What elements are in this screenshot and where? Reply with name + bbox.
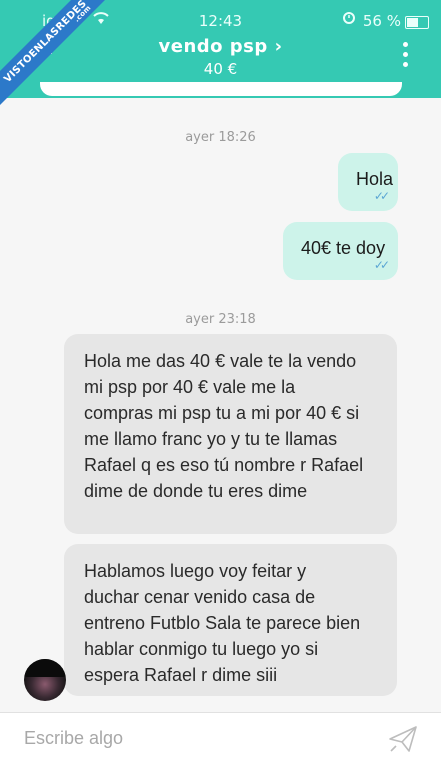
alarm-icon xyxy=(342,10,356,28)
message-input[interactable]: Escribe algo xyxy=(24,728,123,749)
battery-percent: 56 % xyxy=(362,12,401,30)
chat-title-text: vendo psp xyxy=(158,36,268,57)
more-vertical-icon[interactable] xyxy=(403,42,409,72)
incoming-message: Hablamos luego voy feitar y duchar cenar… xyxy=(64,544,397,696)
outgoing-message: Hola ✓✓ xyxy=(338,153,398,211)
battery-icon xyxy=(405,16,429,29)
chevron-right-icon: › xyxy=(274,36,283,57)
timestamp: ayer 23:18 xyxy=(185,312,256,327)
message-text: Hablamos luego voy feitar y duchar cenar… xyxy=(84,561,361,685)
timestamp: ayer 18:26 xyxy=(185,130,256,145)
previous-card xyxy=(40,82,402,96)
read-ticks-icon: ✓✓ xyxy=(373,258,390,272)
incoming-message: Hola me das 40 € vale te la vendo mi psp… xyxy=(64,334,397,534)
read-ticks-icon: ✓✓ xyxy=(373,189,390,203)
watermark-banner: VISTOENLASREDES .com xyxy=(0,0,130,130)
avatar[interactable] xyxy=(24,659,66,701)
message-text: Hola me das 40 € vale te la vendo mi psp… xyxy=(84,351,364,501)
send-icon[interactable] xyxy=(387,723,419,755)
message-text: 40€ te doy xyxy=(301,238,386,258)
message-composer: Escribe algo xyxy=(0,712,441,771)
message-text: Hola xyxy=(356,169,394,189)
outgoing-message: 40€ te doy ✓✓ xyxy=(283,222,398,280)
